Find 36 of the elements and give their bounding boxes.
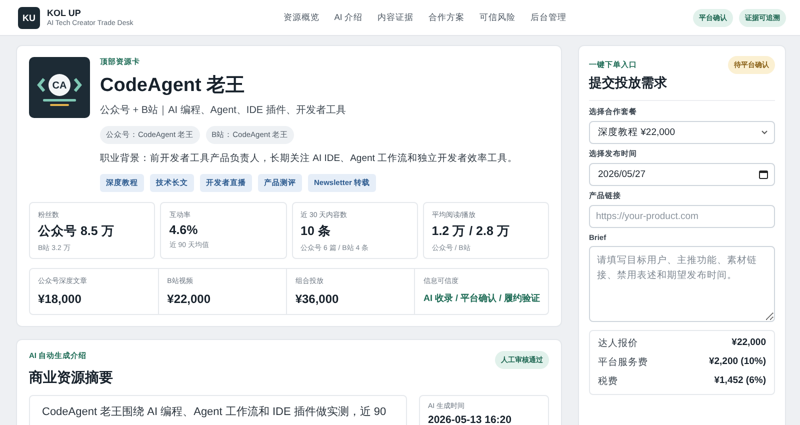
chevron-down-icon [761,130,768,135]
stat-value: 10 条 [300,223,332,240]
date-field[interactable]: 2026/05/27 [589,163,775,186]
brief-textarea[interactable]: 请填写目标用户、主推功能、素材链接、禁用表述和期望发布时间。 [589,246,775,322]
calendar-icon [759,170,768,179]
cost-label: 税费 [598,375,618,388]
creator-name: CodeAgent 老王 [100,74,246,98]
cost-label: 平台服务费 [598,356,648,369]
stat-value: 4.6% [169,223,199,237]
creator-subtitle: 公众号 + B站｜AI 编程、Agent、IDE 插件、开发者工具 [100,104,347,117]
nav-link[interactable]: 合作方案 [428,12,465,24]
product-link-input[interactable]: https://your-product.com [589,205,775,228]
cost-value: ¥1,452 (6%) [714,375,766,386]
price-value: ¥36,000 [295,292,340,306]
price-value: ¥18,000 [38,292,82,306]
cost-value: ¥2,200 (10%) [708,356,766,367]
section-title: 商业资源摘要 [29,369,114,387]
brand-logo: KU [18,6,40,28]
package-select[interactable]: 深度教程 ¥22,000 [589,121,775,144]
stat-value: 公众号 8.5 万 [38,223,116,240]
price-value: ¥22,000 [167,292,212,306]
nav-link[interactable]: 资源概览 [283,12,320,24]
background-text: 职业背景：前开发者工具产品负责人，长期关注 AI IDE、Agent 工作流和独立开发者效率工具。 [100,152,518,165]
avatar-logo: CA [29,57,90,118]
nav-link[interactable]: 可信风险 [480,12,516,24]
nav-link[interactable]: 后台管理 [530,12,567,24]
cost-label: 达人报价 [598,337,638,350]
cost-value: ¥22,000 [732,337,766,348]
nav-link[interactable]: 内容证据 [378,12,414,24]
stat-value: 1.2 万 / 2.8 万 [432,223,511,240]
nav-link[interactable]: AI 介绍 [334,12,363,24]
trust-value: AI 收录 / 平台确认 / 履约验证 [423,292,540,305]
section-title: 提交投放需求 [589,74,668,92]
meta-value: 2026-05-13 16:20 [428,414,512,425]
brand-name: KOL UP [47,8,82,18]
summary-text: CodeAgent 老王围绕 AI 编程、Agent 工作流和 IDE 插件做实测，近 90 [29,395,407,425]
